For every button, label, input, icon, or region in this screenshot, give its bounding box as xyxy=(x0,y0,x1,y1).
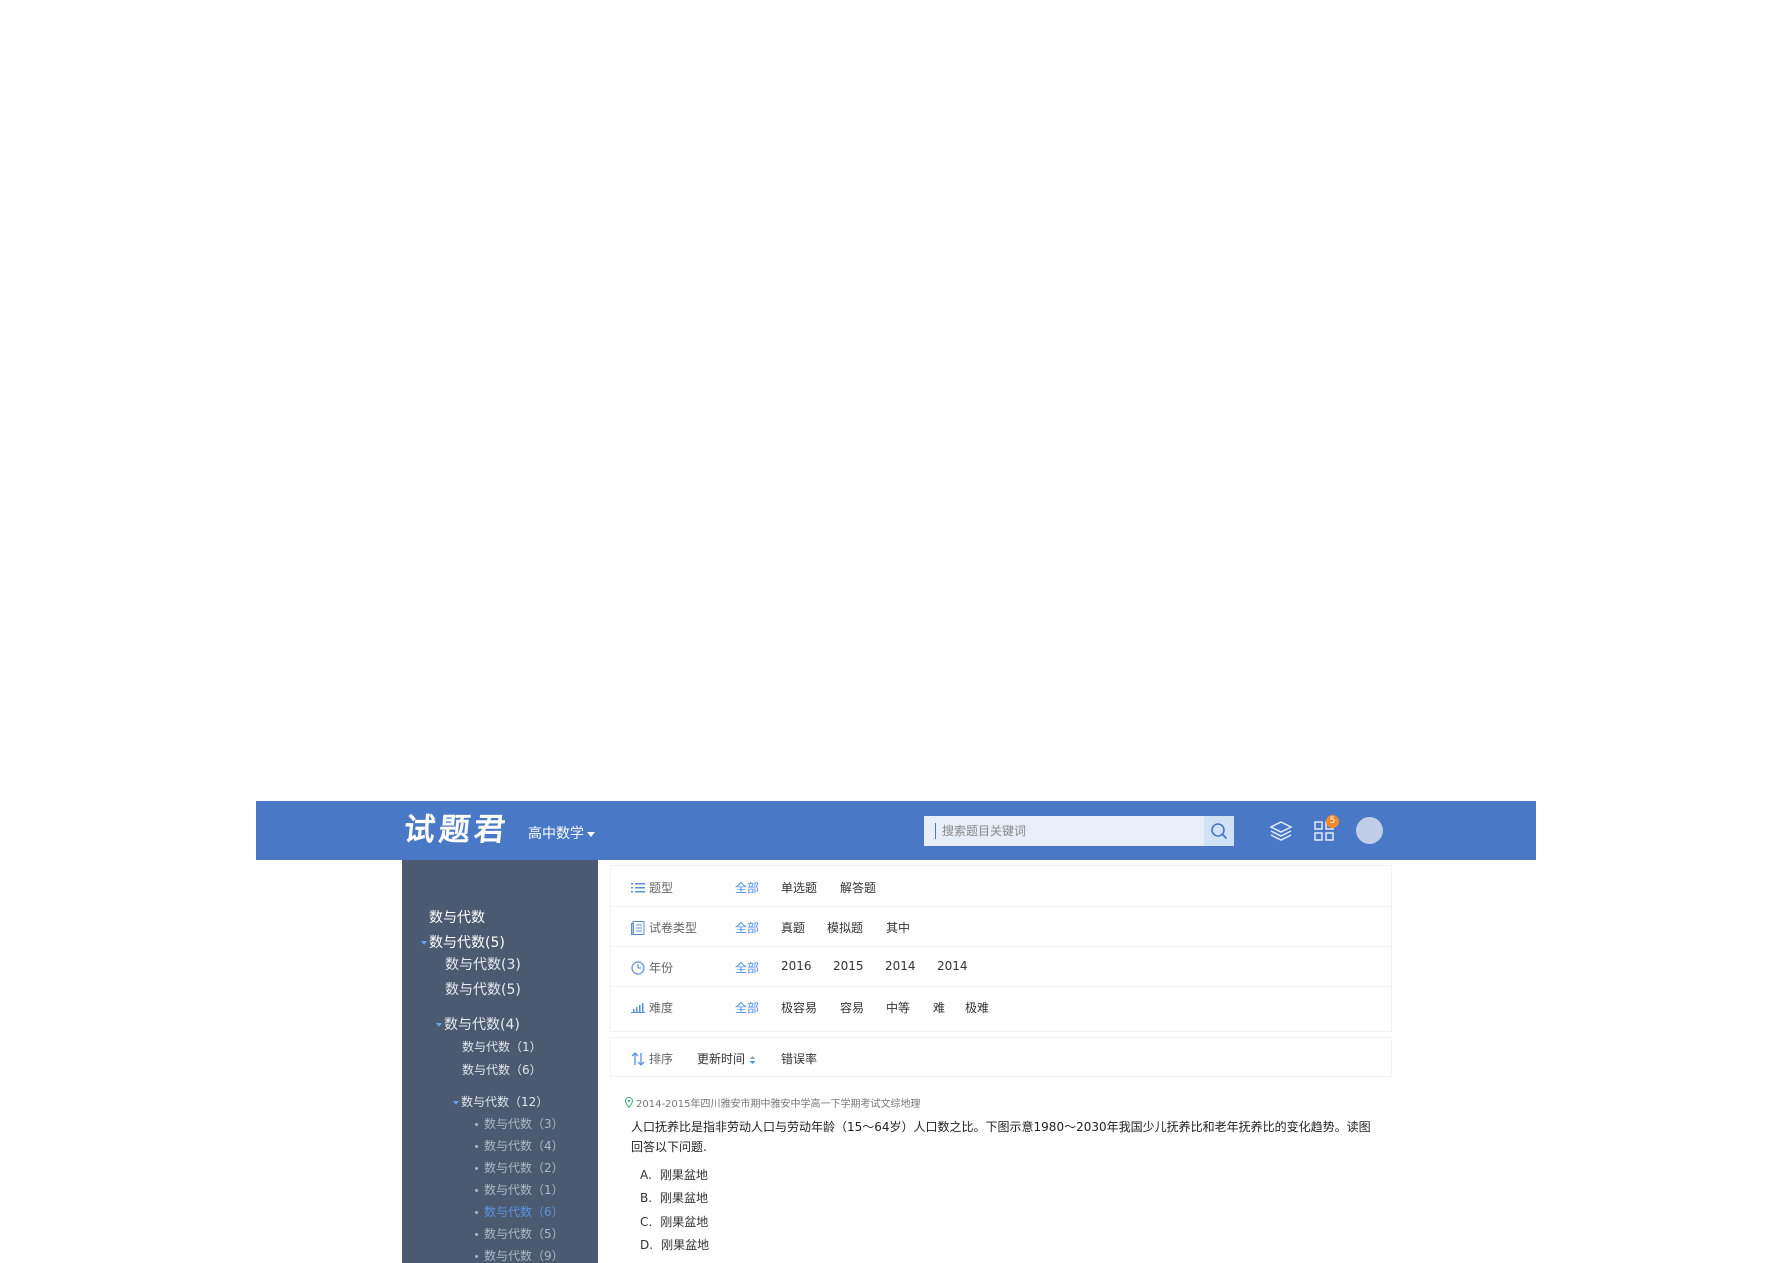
caret-down-icon xyxy=(453,1100,459,1105)
filter-option[interactable]: 全部 xyxy=(735,999,759,1016)
filter-option[interactable]: 全部 xyxy=(735,959,759,976)
document-icon xyxy=(631,920,645,935)
sort-icon xyxy=(631,1051,645,1066)
bullet-icon xyxy=(475,1255,478,1258)
tree-node[interactable]: 数与代数（6） xyxy=(462,1061,542,1078)
logo[interactable]: 试题君 xyxy=(402,811,511,849)
filter-option[interactable]: 模拟题 xyxy=(827,919,863,936)
search-box xyxy=(924,816,1234,846)
subject-label: 高中数学 xyxy=(528,826,584,842)
sort-label: 排序 xyxy=(631,1050,673,1067)
category-sidebar: 数与代数 数与代数(5) 数与代数(3) 数与代数(5) 数与代数(4) 数与代… xyxy=(402,860,598,1263)
caret-down-icon xyxy=(436,1023,442,1027)
filter-label: 试卷类型 xyxy=(631,919,697,936)
tree-node[interactable]: 数与代数(3) xyxy=(445,954,521,974)
tree-leaf-active[interactable]: 数与代数（6） xyxy=(475,1203,564,1220)
filter-label: 年份 xyxy=(631,959,673,976)
filter-option[interactable]: 2016 xyxy=(781,959,812,973)
filter-row-type: 题型 全部 单选题 解答题 xyxy=(611,866,1391,907)
answer-option[interactable]: B. 刚果盆地 xyxy=(640,1189,716,1206)
tree-root[interactable]: 数与代数 xyxy=(429,907,485,927)
bullet-icon xyxy=(475,1211,478,1214)
apps-button[interactable]: 5 xyxy=(1311,815,1339,844)
filter-row-difficulty: 难度 全部 极容易 容易 中等 难 极难 xyxy=(611,986,1391,1026)
question-stem: 人口抚养比是指非劳动人口与劳动年龄（15～64岁）人口数之比。下图示意1980～… xyxy=(631,1120,1371,1154)
search-icon xyxy=(1211,823,1228,840)
top-header: 试题君 高中数学 5 xyxy=(256,801,1536,860)
filter-option[interactable]: 解答题 xyxy=(840,879,876,896)
filter-panel: 题型 全部 单选题 解答题 试卷类型 全部 真题 模拟题 其中 年份 全部 20… xyxy=(610,865,1392,1032)
filter-option[interactable]: 其中 xyxy=(886,919,910,936)
avatar[interactable] xyxy=(1356,817,1383,844)
filter-option[interactable]: 极容易 xyxy=(781,999,817,1016)
filter-option[interactable]: 全部 xyxy=(735,879,759,896)
search-input[interactable] xyxy=(942,816,1202,846)
list-icon xyxy=(631,882,645,892)
notification-badge: 5 xyxy=(1326,815,1339,828)
tree-leaf[interactable]: 数与代数（3） xyxy=(475,1115,564,1132)
filter-option[interactable]: 难 xyxy=(933,999,945,1016)
search-button[interactable] xyxy=(1204,816,1234,846)
filter-option[interactable]: 中等 xyxy=(886,999,910,1016)
tree-node[interactable]: 数与代数(5) xyxy=(421,932,505,952)
filter-option[interactable]: 单选题 xyxy=(781,879,817,896)
layers-button[interactable] xyxy=(1268,818,1294,844)
tree-leaf[interactable]: 数与代数（2） xyxy=(475,1159,564,1176)
sort-option-time[interactable]: 更新时间 xyxy=(697,1050,756,1067)
filter-label: 难度 xyxy=(631,999,673,1016)
answer-option[interactable]: C. 刚果盆地 xyxy=(640,1213,716,1230)
question-source[interactable]: 2014-2015年四川雅安市期中雅安中学高一下学期考试文综地理 xyxy=(625,1095,921,1110)
bullet-icon xyxy=(475,1189,478,1192)
filter-option[interactable]: 极难 xyxy=(965,999,989,1016)
tree-leaf[interactable]: 数与代数（5） xyxy=(475,1225,564,1242)
filter-row-paper: 试卷类型 全部 真题 模拟题 其中 xyxy=(611,906,1391,947)
bullet-icon xyxy=(475,1123,478,1126)
sort-option-error-rate[interactable]: 错误率 xyxy=(781,1050,817,1067)
layers-icon xyxy=(1269,821,1293,841)
filter-option[interactable]: 全部 xyxy=(735,919,759,936)
answer-option[interactable]: D. 刚果盆地 xyxy=(640,1236,717,1253)
bullet-icon xyxy=(475,1167,478,1170)
bullet-icon xyxy=(475,1145,478,1148)
location-pin-icon xyxy=(625,1097,633,1108)
tree-leaf[interactable]: 数与代数（4） xyxy=(475,1137,564,1154)
bar-signal-icon xyxy=(631,1002,645,1013)
tree-leaf[interactable]: 数与代数（9） xyxy=(475,1247,564,1263)
clock-icon xyxy=(631,960,645,975)
filter-label: 题型 xyxy=(631,879,673,896)
filter-option[interactable]: 2015 xyxy=(833,959,864,973)
text-cursor xyxy=(935,823,936,839)
bullet-icon xyxy=(475,1233,478,1236)
tree-node[interactable]: 数与代数（12） xyxy=(453,1093,548,1110)
filter-option[interactable]: 容易 xyxy=(840,999,864,1016)
filter-option[interactable]: 2014 xyxy=(937,959,968,973)
tree-node[interactable]: 数与代数(5) xyxy=(445,979,521,999)
tree-node[interactable]: 数与代数(4) xyxy=(436,1014,520,1034)
filter-row-year: 年份 全部 2016 2015 2014 2014 xyxy=(611,946,1391,987)
answer-option[interactable]: A. 刚果盆地 xyxy=(640,1166,716,1183)
subject-dropdown[interactable]: 高中数学 xyxy=(528,823,595,843)
sort-bar: 排序 更新时间 错误率 xyxy=(610,1037,1392,1077)
sort-arrows-icon xyxy=(749,1055,756,1064)
filter-option[interactable]: 2014 xyxy=(885,959,916,973)
tree-node[interactable]: 数与代数（1） xyxy=(462,1038,542,1055)
tree-leaf[interactable]: 数与代数（1） xyxy=(475,1181,564,1198)
chevron-down-icon xyxy=(587,831,595,837)
caret-down-icon xyxy=(421,941,427,945)
filter-option[interactable]: 真题 xyxy=(781,919,805,936)
